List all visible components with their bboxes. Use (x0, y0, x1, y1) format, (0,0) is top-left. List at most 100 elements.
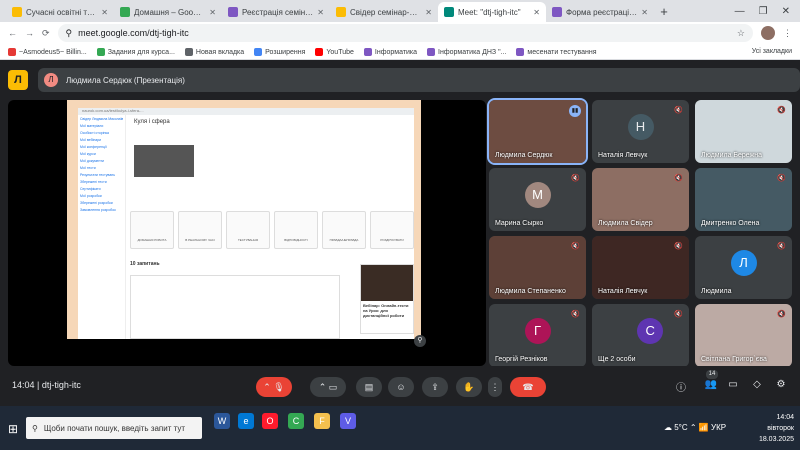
participant-tile[interactable]: Н 🔇 Наталія Левчук (592, 100, 689, 163)
taskbar-app-icon[interactable]: V (340, 413, 356, 429)
shared-sidebar: Свідер Людмила Миколаївна Мої матеріали Ос… (78, 115, 126, 339)
taskbar-app-icon[interactable]: W (214, 413, 230, 429)
tab-close-icon[interactable]: ✕ (425, 8, 432, 17)
bookmark-item[interactable]: Інформатика (363, 47, 417, 56)
reload-icon[interactable]: ⟳ (42, 28, 50, 39)
bookmark-item[interactable]: месенати тестування (516, 47, 597, 56)
language-indicator[interactable]: УКР (711, 423, 726, 432)
participant-tile[interactable]: 🔇 Світлана Григор`єва (695, 304, 792, 367)
tab-close-icon[interactable]: ✕ (101, 8, 108, 17)
participant-tile[interactable]: 🔇 Людмила Бережна (695, 100, 792, 163)
participant-tile[interactable]: 🔇 Людмила Степаненко (489, 236, 586, 299)
host-controls-icon[interactable]: ⚙ (774, 379, 788, 390)
bookmark-item[interactable]: Розширення (254, 47, 305, 56)
captions-button[interactable]: ▤ (356, 377, 382, 397)
mic-off-icon: 🔇 (571, 243, 580, 250)
participant-name: Дмитренко Олена (701, 220, 760, 227)
participant-tile[interactable]: ▮▮ Людмила Сердюк (487, 98, 588, 165)
profile-avatar[interactable] (761, 26, 775, 40)
browser-tab[interactable]: Реєстрація семінару мат ✕ (222, 2, 330, 22)
chat-icon[interactable]: ▭ (726, 379, 740, 390)
shared-sidebar-item: Особисті сторінка (80, 131, 109, 135)
taskbar-app-icon[interactable]: F (314, 413, 330, 429)
windows-start-icon[interactable]: ⊞ (8, 422, 18, 436)
emoji-button[interactable]: ☺ (388, 377, 414, 397)
bookmark-favicon-icon (516, 47, 525, 56)
clock[interactable]: 14:04 вівторок 18.03.2025 (759, 412, 794, 445)
more-options-button[interactable]: ⋮ (488, 377, 502, 397)
browser-tab[interactable]: Свідер семінар-презентац ✕ (330, 2, 438, 22)
site-info-icon[interactable]: ⚲ (66, 28, 73, 39)
participant-avatar: Л (730, 250, 757, 276)
browser-tab[interactable]: Meet: "dtj-tigh-itc" ✕ (438, 2, 546, 22)
presenter-label: Людмила Сердюк (Презентація) (66, 75, 185, 85)
tab-close-icon[interactable]: ✕ (641, 8, 648, 17)
back-icon[interactable]: ← (8, 28, 17, 38)
bookmark-item[interactable]: ~Asmodeus5~ Billin... (8, 47, 87, 56)
participant-tile[interactable]: Г 🔇 Георгій Резніков (489, 304, 586, 367)
browser-tab[interactable]: Форма реєстрації учасн✕ (546, 2, 654, 22)
windows-taskbar: ⊞ ⚲ Щоби почати пошук, введіть запит тут… (0, 406, 800, 450)
shared-thumbnail (134, 145, 194, 177)
taskbar-app-icon[interactable]: C (288, 413, 304, 429)
bookmark-item[interactable]: Інформатика ДНЗ "... (427, 47, 507, 56)
minimize-icon[interactable]: — (735, 6, 745, 17)
leave-call-button[interactable]: ☎ (510, 377, 546, 397)
shared-mode-card: ПРАВДА/НЕПРАВДА (322, 211, 366, 249)
tab-favicon-icon (12, 7, 22, 17)
shared-mode-card: РОЗДРУКУВАТИ (370, 211, 414, 249)
activities-icon[interactable]: ◇ (750, 379, 764, 390)
taskbar-app-icon[interactable]: e (238, 413, 254, 429)
people-icon[interactable]: 👥 (704, 379, 718, 390)
participant-tile[interactable]: М 🔇 Марина Сырко (489, 168, 586, 231)
weather-widget[interactable]: ☁ 5°C ⌃ 📶 УКР (664, 423, 726, 432)
participant-avatar: С (637, 318, 664, 344)
bookmark-item[interactable]: Новая вкладка (184, 47, 244, 56)
raise-hand-button[interactable]: ✋ (456, 377, 482, 397)
tab-title: Meet: "dtj-tigh-itc" (458, 7, 521, 17)
participant-tile[interactable]: 🔇 Людмила Свідер (592, 168, 689, 231)
bookmark-star-icon[interactable]: ☆ (737, 28, 745, 39)
participant-tile[interactable]: 🔇 Наталія Левчук (592, 236, 689, 299)
participant-name: Людмила Степаненко (495, 288, 566, 295)
participant-tile[interactable]: 🔇 Дмитренко Олена (695, 168, 792, 231)
all-bookmarks-link[interactable]: Усі закладки (752, 48, 792, 55)
participant-tile[interactable]: С 🔇 Ще 2 особи (592, 304, 689, 367)
tab-close-icon[interactable]: ✕ (209, 8, 216, 17)
close-icon[interactable]: ✕ (782, 6, 790, 17)
bookmark-item[interactable]: Задания для курса... (96, 47, 175, 56)
tab-favicon-icon (444, 7, 454, 17)
bookmark-item[interactable]: YouTube (315, 47, 354, 56)
maximize-icon[interactable]: ❐ (759, 6, 768, 17)
mic-toggle-button[interactable]: ⌃ 🎙 (256, 377, 292, 397)
tab-close-icon[interactable]: ✕ (317, 8, 324, 17)
shared-mode-card: В РЕАЛЬНОМУ ЧАСІ (178, 211, 222, 249)
menu-icon[interactable]: ⋮ (783, 28, 792, 39)
bookmark-favicon-icon (315, 47, 324, 56)
network-icon[interactable]: 📶 (699, 423, 709, 432)
tab-close-icon[interactable]: ✕ (533, 8, 540, 17)
tray-arrow-icon[interactable]: ⌃ (690, 423, 697, 432)
forward-icon[interactable]: → (25, 28, 34, 38)
url-text: meet.google.com/dtj-tigh-itc (78, 28, 189, 38)
browser-tab[interactable]: Домашня – Google Диск ✕ (114, 2, 222, 22)
participant-name: Людмила Бережна (701, 152, 763, 159)
bookmark-label: Інформатика ДНЗ "... (438, 48, 507, 56)
mic-off-icon: 🔇 (674, 175, 683, 182)
url-field[interactable]: ⚲ meet.google.com/dtj-tigh-itc ☆ (57, 24, 753, 42)
mic-off-icon: 🔇 (674, 311, 683, 318)
shared-sidebar-item: Сертифікати (80, 187, 101, 191)
present-button[interactable]: ⇪ (422, 377, 448, 397)
participant-tile[interactable]: Л 🔇 Людмила (695, 236, 792, 299)
info-icon[interactable]: ⓘ (674, 379, 688, 394)
shared-sidebar-item: Результати тестувань (80, 173, 116, 177)
tab-title: Свідер семінар-презентац (350, 7, 421, 17)
taskbar-search[interactable]: ⚲ Щоби почати пошук, введіть запит тут (26, 417, 202, 439)
taskbar-app-icon[interactable]: O (262, 413, 278, 429)
browser-tab[interactable]: Сучасні освітні тренди се ✕ (6, 2, 114, 22)
participant-avatar: Г (524, 318, 551, 344)
pin-icon[interactable]: ⚲ (414, 335, 426, 347)
camera-toggle-button[interactable]: ⌃ ▭ (310, 377, 346, 397)
participant-name: Марина Сырко (495, 220, 544, 227)
new-tab-button[interactable]: + (654, 2, 674, 22)
